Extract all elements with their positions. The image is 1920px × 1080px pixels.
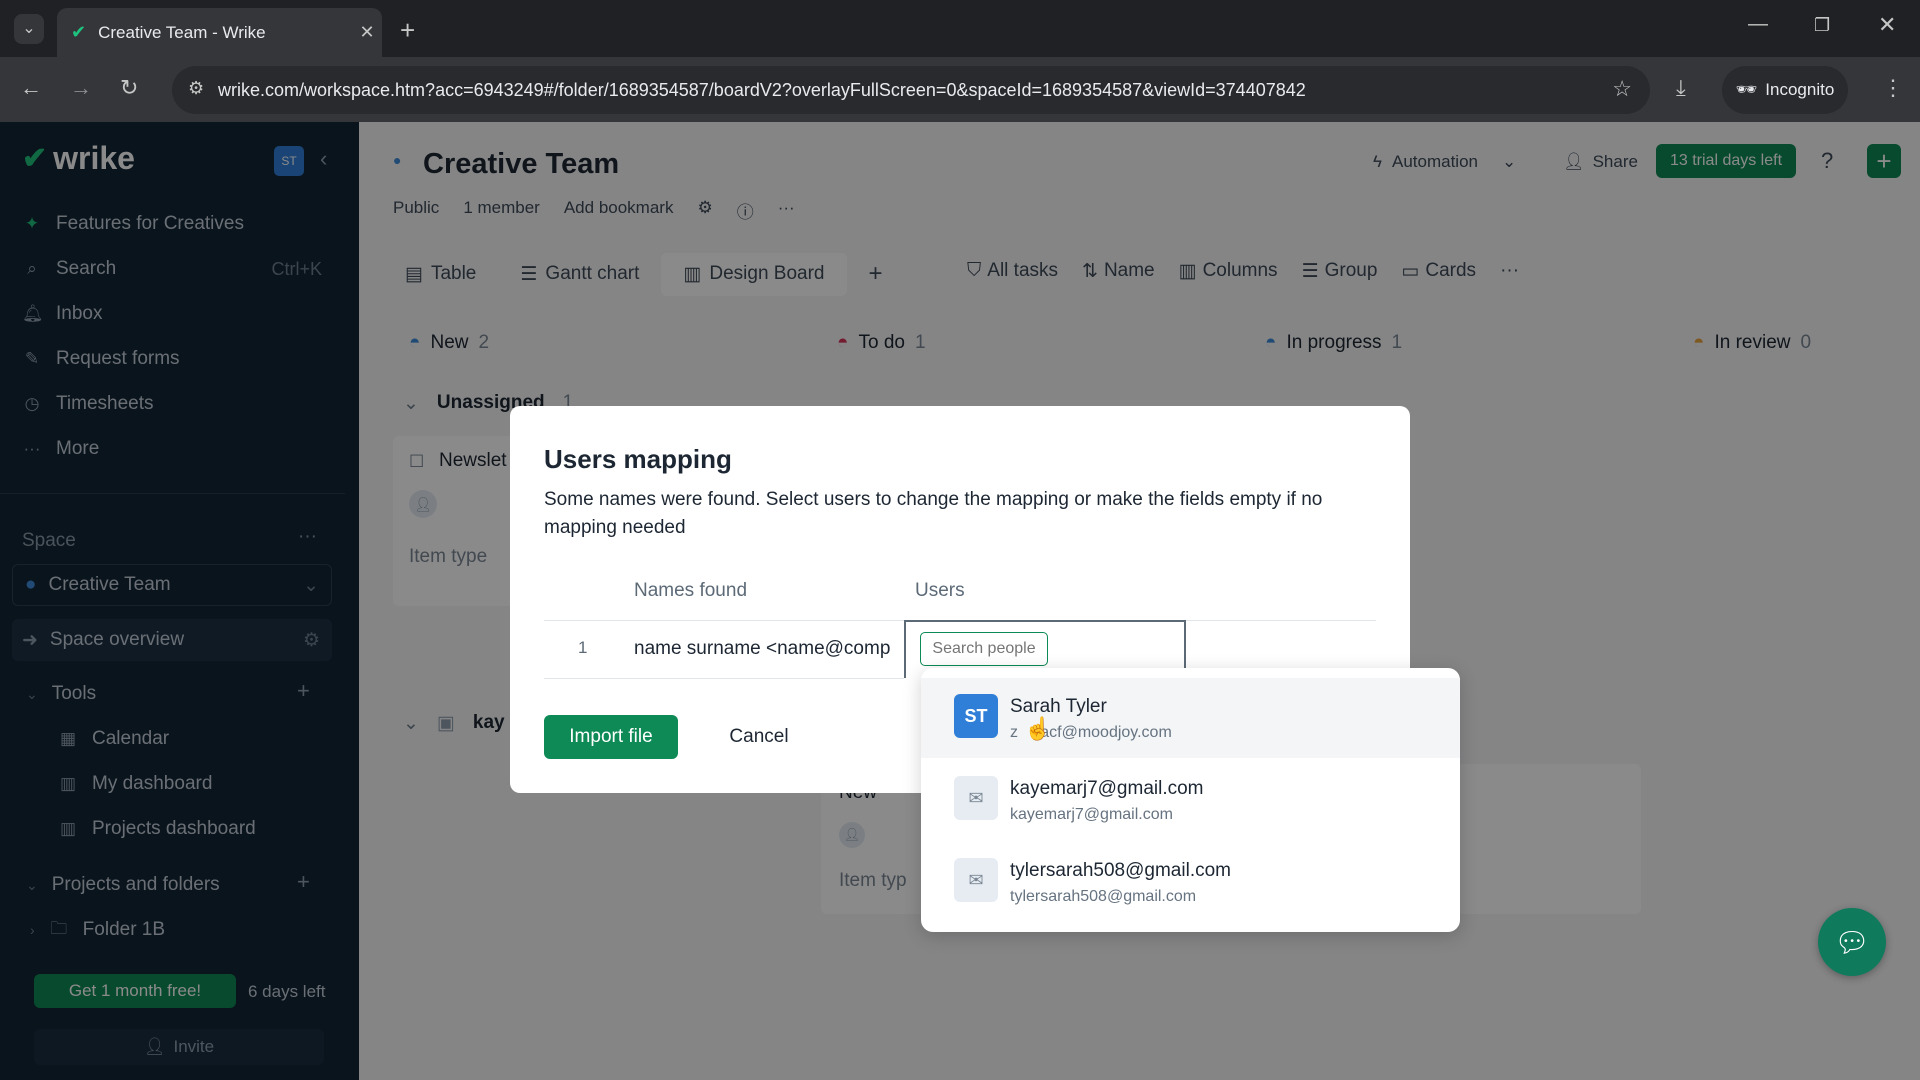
mouse-cursor-icon: ☝: [1024, 716, 1052, 741]
dropdown-option[interactable]: ST Sarah Tyler z 2acf@moodjoy.com ☝: [921, 678, 1460, 758]
forward-icon[interactable]: →: [70, 77, 92, 99]
tab-search-icon[interactable]: ⌄: [14, 14, 44, 44]
people-dropdown: ST Sarah Tyler z 2acf@moodjoy.com ☝ ✉ ka…: [921, 668, 1460, 932]
new-tab-icon[interactable]: +: [400, 17, 415, 43]
row-index: 1: [578, 638, 588, 657]
incognito-badge[interactable]: 🕶 Incognito: [1722, 66, 1848, 114]
incognito-icon: 🕶: [1735, 80, 1758, 99]
option-email: tylersarah508@gmail.com: [1010, 888, 1197, 905]
browser-toolbar: ← → ↻ ⚙ wrike.com/workspace.htm?acc=6943…: [0, 57, 1920, 122]
reload-icon[interactable]: ↻: [120, 77, 138, 99]
back-icon[interactable]: ←: [20, 77, 42, 99]
incognito-label: Incognito: [1765, 80, 1835, 99]
avatar-initials: ST: [964, 705, 988, 726]
import-label: Import file: [569, 726, 653, 747]
search-people-input[interactable]: [924, 640, 1044, 658]
url-text: wrike.com/workspace.htm?acc=6943249#/fol…: [218, 79, 1306, 100]
row-divider: [544, 678, 904, 679]
wrike-favicon-icon: ✔: [71, 22, 87, 42]
users-header: Users: [915, 580, 965, 601]
restore-icon[interactable]: ❐: [1814, 16, 1830, 34]
bookmark-star-icon[interactable]: ☆: [1612, 76, 1632, 102]
dropdown-option[interactable]: ✉ tylersarah508@gmail.com tylersarah508@…: [921, 842, 1460, 922]
minimize-icon[interactable]: —: [1748, 14, 1768, 34]
close-tab-icon[interactable]: ✕: [352, 22, 382, 43]
option-name: Sarah Tyler: [1010, 696, 1107, 717]
browser-tab[interactable]: ✔ Creative Team - Wrike ✕: [57, 8, 382, 57]
dialog-description: Some names were found. Select users to c…: [544, 489, 1323, 538]
names-found-header: Names found: [634, 580, 748, 601]
tab-title: Creative Team - Wrike: [98, 22, 266, 42]
close-window-icon[interactable]: ✕: [1878, 14, 1896, 36]
browser-menu-icon[interactable]: ⋮: [1882, 77, 1904, 99]
option-name: tylersarah508@gmail.com: [1010, 860, 1231, 881]
dialog-title: Users mapping: [544, 444, 732, 474]
download-icon[interactable]: ⤓: [1676, 77, 1686, 99]
email-envelope-icon: ✉: [954, 776, 998, 820]
chat-support-button[interactable]: 💬︎: [1818, 908, 1886, 976]
option-name: kayemarj7@gmail.com: [1010, 778, 1204, 799]
import-file-button[interactable]: Import file: [544, 715, 678, 759]
cancel-button[interactable]: Cancel: [708, 715, 810, 759]
site-info-icon[interactable]: ⚙: [188, 78, 204, 99]
option-email: kayemarj7@gmail.com: [1010, 806, 1173, 823]
user-avatar: ST: [954, 694, 998, 738]
chat-bubble-icon: 💬︎: [1834, 926, 1870, 958]
cancel-label: Cancel: [729, 726, 789, 747]
address-bar[interactable]: ⚙ wrike.com/workspace.htm?acc=6943249#/f…: [172, 66, 1650, 114]
browser-tab-strip: ⌄ ✔ Creative Team - Wrike ✕ + — ❐ ✕: [0, 0, 1920, 57]
dropdown-option[interactable]: ✉ kayemarj7@gmail.com kayemarj7@gmail.co…: [921, 760, 1460, 840]
email-envelope-icon: ✉: [954, 858, 998, 902]
name-found-value: name surname <name@comp: [634, 638, 891, 659]
